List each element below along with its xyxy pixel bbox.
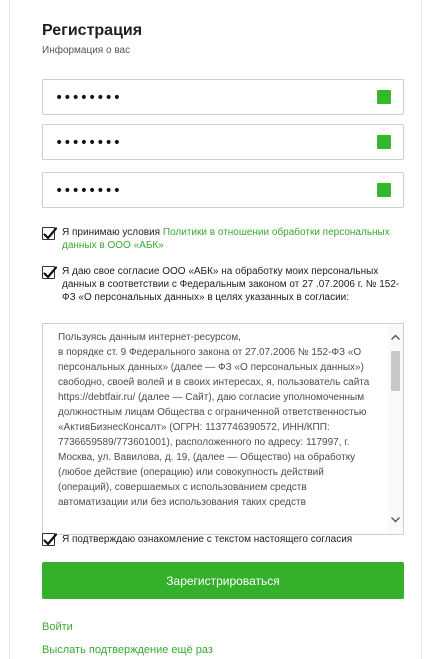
valid-status-icon [377, 135, 391, 149]
masked-value: •••••••• [55, 90, 122, 106]
consent-full-text: Пользуясь данным интернет-ресурсом, в по… [58, 332, 370, 508]
checkmark-icon [43, 227, 58, 240]
valid-status-icon [377, 90, 391, 104]
consent-agreement-text: Я даю свое согласие ООО «АБК» на обработ… [62, 266, 400, 303]
register-button[interactable]: Зарегистрироваться [42, 562, 404, 599]
registration-page: Регистрация Информация о вас •••••••• ••… [0, 0, 424, 659]
consent-checkbox[interactable] [42, 266, 58, 279]
masked-value: •••••••• [55, 135, 122, 151]
left-divider [9, 0, 10, 659]
checkmark-icon [43, 533, 58, 546]
chevron-down-icon[interactable] [390, 514, 401, 525]
password-field-2[interactable]: •••••••• [42, 124, 404, 160]
policy-agreement-text: Я принимаю условия Политики в отношении … [62, 226, 404, 252]
login-link[interactable]: Войти [42, 621, 73, 633]
read-confirmation-row: Я подтверждаю ознакомление с текстом нас… [42, 532, 404, 548]
policy-text-prefix: Я принимаю условия [62, 227, 163, 238]
chevron-up-icon[interactable] [390, 332, 401, 343]
password-field-1[interactable]: •••••••• [42, 79, 404, 115]
consent-agreement-row: Я даю свое согласие ООО «АБК» на обработ… [42, 265, 404, 307]
checkmark-icon [43, 266, 58, 279]
read-confirmation-checkbox[interactable] [42, 533, 58, 546]
read-confirmation-text: Я подтверждаю ознакомление с текстом нас… [62, 534, 353, 545]
scrollbar[interactable] [388, 324, 403, 534]
scroll-thumb[interactable] [391, 351, 400, 391]
policy-checkbox[interactable] [42, 227, 58, 240]
section-subtitle: Информация о вас [42, 45, 131, 56]
resend-confirmation-link[interactable]: Выслать подтверждение ещё раз [42, 644, 213, 656]
consent-textarea[interactable]: Пользуясь данным интернет-ресурсом, в по… [42, 323, 404, 535]
password-field-3[interactable]: •••••••• [42, 172, 404, 208]
page-title: Регистрация [42, 22, 143, 39]
policy-agreement-row: Я принимаю условия Политики в отношении … [42, 226, 404, 256]
right-divider [421, 0, 422, 659]
masked-value: •••••••• [55, 183, 122, 199]
valid-status-icon [377, 183, 391, 197]
